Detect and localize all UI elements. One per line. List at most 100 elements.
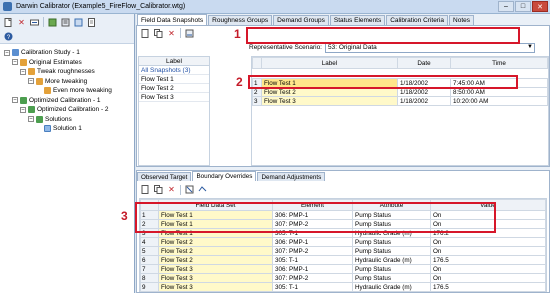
duplicate-snapshot-icon[interactable] — [153, 28, 164, 39]
table-cell[interactable]: On — [430, 246, 546, 256]
tree-item[interactable]: Solution 1 — [2, 124, 132, 134]
table-row[interactable]: 5 Flow Test 2 307: PMP-2 Pump Status On — [140, 246, 546, 256]
table-cell[interactable]: On — [430, 264, 546, 274]
tab-boundary-overrides[interactable]: Boundary Overrides — [192, 171, 257, 181]
table-cell[interactable]: Hydraulic Grade (m) — [352, 282, 431, 292]
tree-item[interactable]: – Optimized Calibration - 1 — [2, 96, 132, 106]
tree-item[interactable]: – Optimized Calibration - 2 — [2, 105, 132, 115]
tab-roughness-groups[interactable]: Roughness Groups — [208, 15, 273, 25]
close-button[interactable]: ✕ — [532, 1, 548, 12]
table-cell[interactable]: 307: PMP-2 — [272, 219, 353, 229]
table-cell[interactable]: 1 — [140, 210, 159, 220]
table-cell[interactable]: 306: PMP-1 — [272, 210, 353, 220]
table-cell[interactable]: Flow Test 1 — [261, 78, 398, 88]
table-cell[interactable]: 176.5 — [430, 255, 546, 265]
report-icon[interactable] — [86, 17, 97, 28]
minimize-button[interactable]: – — [498, 1, 514, 12]
table-row[interactable]: 3 Flow Test 1 305: T-1 Hydraulic Grade (m) 1… — [140, 228, 546, 238]
table-cell[interactable]: 4 — [140, 237, 159, 247]
column-header[interactable]: Field Data Set — [158, 199, 273, 211]
table-cell[interactable]: Flow Test 2 — [158, 246, 273, 256]
rename-icon[interactable] — [29, 17, 40, 28]
list-item[interactable]: Flow Test 2 — [139, 84, 209, 93]
table-row[interactable]: 3 Flow Test 3 1/18/2002 10:20:00 AM — [252, 96, 548, 106]
table-cell[interactable]: 10:20:00 AM — [450, 96, 548, 106]
help-icon[interactable]: ? — [3, 31, 14, 42]
compute-icon[interactable] — [47, 17, 58, 28]
table-row[interactable]: 7 Flow Test 3 306: PMP-1 Pump Status On — [140, 264, 546, 274]
table-cell[interactable]: 8 — [140, 273, 159, 283]
tree-item[interactable]: – Calibration Study - 1 — [2, 48, 132, 58]
table-cell[interactable]: 7:45:00 AM — [450, 78, 548, 88]
table-cell[interactable]: Pump Status — [352, 210, 431, 220]
delete-snapshot-icon[interactable]: ✕ — [166, 28, 177, 39]
tab-observed-target[interactable]: Observed Target — [137, 172, 192, 181]
query-icon[interactable] — [197, 184, 208, 195]
duplicate-override-icon[interactable] — [153, 184, 164, 195]
table-cell[interactable]: 307: PMP-2 — [272, 246, 353, 256]
table-cell[interactable]: 1/18/2002 — [397, 87, 451, 97]
table-cell[interactable]: Pump Status — [352, 273, 431, 283]
table-cell[interactable]: On — [430, 210, 546, 220]
column-header[interactable]: Attribute — [352, 199, 431, 211]
table-cell[interactable]: Flow Test 1 — [158, 228, 273, 238]
collapse-toggle-icon[interactable]: – — [12, 97, 18, 104]
table-row[interactable]: 9 Flow Test 3 305: T-1 Hydraulic Grade (m) 1… — [140, 282, 546, 292]
column-header[interactable]: Element — [272, 199, 353, 211]
table-cell[interactable]: 2 — [140, 219, 159, 229]
table-cell[interactable]: Flow Test 2 — [158, 237, 273, 247]
tree-item[interactable]: Even more tweaking — [2, 86, 132, 96]
table-cell[interactable]: 3 — [252, 96, 262, 106]
table-cell[interactable]: 306: PMP-1 — [272, 237, 353, 247]
maximize-button[interactable]: □ — [515, 1, 531, 12]
table-row[interactable]: 8 Flow Test 3 307: PMP-2 Pump Status On — [140, 273, 546, 283]
table-cell[interactable]: 3 — [140, 228, 159, 238]
tab-demand-adjustments[interactable]: Demand Adjustments — [257, 172, 326, 181]
list-item[interactable]: Flow Test 1 — [139, 75, 209, 84]
table-cell[interactable]: On — [430, 273, 546, 283]
properties-icon[interactable] — [60, 17, 71, 28]
table-cell[interactable]: 5 — [140, 246, 159, 256]
table-cell[interactable]: On — [430, 237, 546, 247]
table-cell[interactable]: Hydraulic Grade (m) — [352, 255, 431, 265]
table-row[interactable]: 4 Flow Test 2 306: PMP-1 Pump Status On — [140, 237, 546, 247]
collapse-toggle-icon[interactable]: – — [28, 116, 34, 123]
tab-demand-groups[interactable]: Demand Groups — [273, 15, 329, 25]
export-icon[interactable] — [73, 17, 84, 28]
table-cell[interactable]: 306: PMP-1 — [272, 264, 353, 274]
table-cell[interactable]: Flow Test 2 — [261, 87, 398, 97]
table-cell[interactable]: Pump Status — [352, 237, 431, 247]
table-cell[interactable]: Hydraulic Grade (m) — [352, 228, 431, 238]
tree-item[interactable]: – Tweak roughnesses — [2, 67, 132, 77]
table-cell[interactable]: 9 — [140, 282, 159, 292]
table-cell[interactable]: 6 — [140, 255, 159, 265]
import-icon[interactable] — [184, 28, 195, 39]
collapse-toggle-icon[interactable]: – — [12, 59, 18, 66]
table-cell[interactable]: 1/18/2002 — [397, 96, 451, 106]
table-cell[interactable]: Pump Status — [352, 246, 431, 256]
tab-field-data-snapshots[interactable]: Field Data Snapshots — [137, 14, 208, 25]
tree-item[interactable]: – Original Estimates — [2, 58, 132, 68]
column-header[interactable] — [140, 199, 159, 211]
table-cell[interactable]: Flow Test 3 — [261, 96, 398, 106]
select-element-icon[interactable] — [184, 184, 195, 195]
table-cell[interactable]: 7 — [140, 264, 159, 274]
tree-item[interactable]: – More tweaking — [2, 77, 132, 87]
new-icon[interactable] — [3, 17, 14, 28]
table-cell[interactable]: On — [430, 219, 546, 229]
table-cell[interactable]: Pump Status — [352, 219, 431, 229]
new-snapshot-icon[interactable] — [140, 28, 151, 39]
table-cell[interactable]: Flow Test 1 — [158, 210, 273, 220]
column-header[interactable]: Label — [261, 57, 398, 69]
delete-override-icon[interactable]: ✕ — [166, 184, 177, 195]
table-cell[interactable]: Flow Test 3 — [158, 264, 273, 274]
table-cell[interactable]: 2 — [252, 87, 262, 97]
collapse-toggle-icon[interactable]: – — [28, 78, 34, 85]
table-row[interactable]: 2 Flow Test 2 1/18/2002 8:50:00 AM — [252, 87, 548, 97]
table-cell[interactable]: 176.2 — [430, 228, 546, 238]
collapse-toggle-icon[interactable]: – — [4, 49, 10, 56]
tree-item[interactable]: – Solutions — [2, 115, 132, 125]
column-header[interactable]: Time — [450, 57, 548, 69]
column-header[interactable] — [252, 57, 262, 69]
table-cell[interactable]: 8:50:00 AM — [450, 87, 548, 97]
